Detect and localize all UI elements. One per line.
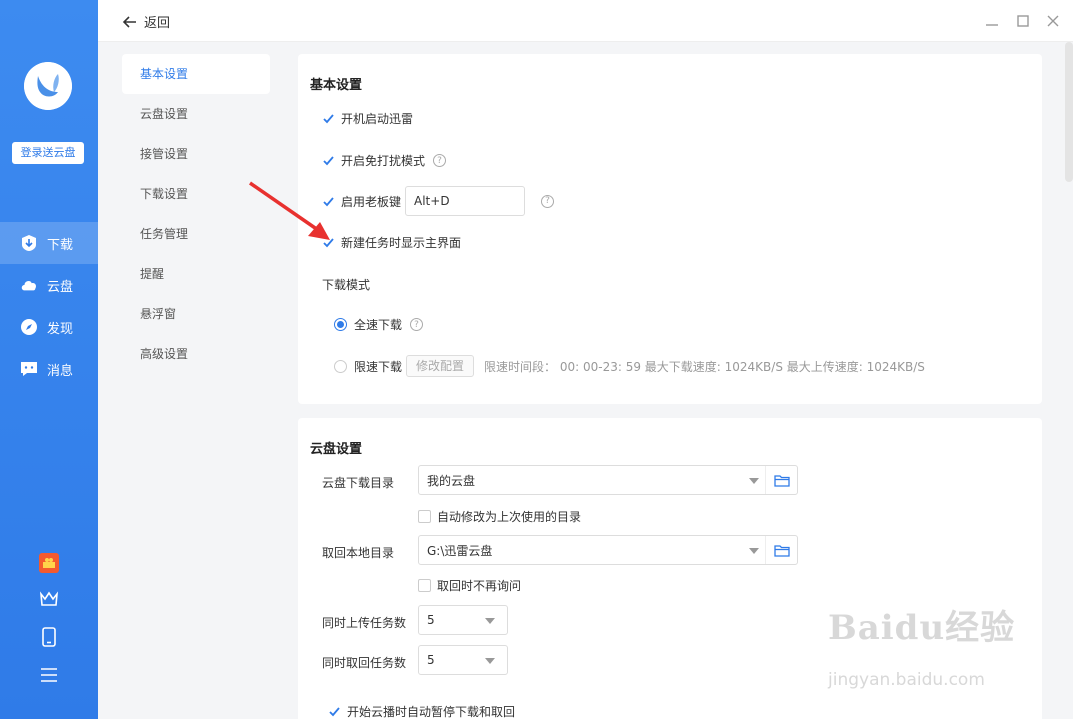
nav-label: 下载 (47, 237, 74, 253)
help-icon[interactable]: ? (541, 194, 555, 208)
compass-icon (20, 318, 38, 336)
left-panel: 登录送云盘 下载 云盘 发现 消息 (0, 0, 98, 719)
checkbox-unchecked-icon[interactable] (418, 579, 431, 592)
folder-icon[interactable] (765, 466, 797, 494)
nav-download[interactable]: 下载 (0, 222, 98, 264)
cloud-dir-label: 云盘下载目录 (322, 476, 395, 490)
limit-info-text: 限速时间段： 00: 00-23: 59 最大下载速度: 1024KB/S 最大… (484, 359, 925, 374)
back-button[interactable]: 返回 (122, 12, 170, 31)
option-label: 限速下载 (354, 359, 403, 374)
local-dir-label: 取回本地目录 (322, 546, 395, 560)
checkbox-checked-icon[interactable] (322, 112, 335, 125)
radio-selected-icon[interactable] (334, 318, 347, 331)
show-main-option[interactable]: 新建任务时显示主界面 (322, 234, 461, 251)
nav-discover[interactable]: 发现 (0, 306, 98, 348)
option-label: 开始云播时自动暂停下载和取回 (347, 705, 516, 719)
sidenav-item-advanced[interactable]: 高级设置 (122, 334, 270, 374)
cloud-icon (20, 276, 38, 294)
gift-icon[interactable] (38, 552, 60, 574)
local-dir-select[interactable]: G:\迅雷云盘 (418, 535, 798, 565)
upload-count-label: 同时上传任务数 (322, 616, 407, 630)
bird-logo-icon (24, 62, 72, 110)
select-value: 5 (427, 653, 435, 667)
pause-on-play-option[interactable]: 开始云播时自动暂停下载和取回 (328, 703, 515, 719)
annotation-arrow-icon (249, 181, 330, 240)
option-label: 开机启动迅雷 (341, 112, 414, 126)
option-label: 启用老板键 (341, 194, 402, 209)
nav-label: 发现 (47, 321, 74, 337)
section-title: 云盘设置 (310, 442, 363, 457)
download-icon (20, 234, 38, 252)
avatar[interactable] (24, 62, 72, 110)
watermark-brand: Baidu经验 (828, 608, 1016, 648)
chevron-down-icon (749, 478, 759, 484)
menu-icon[interactable] (38, 664, 60, 686)
checkbox-checked-icon[interactable] (322, 154, 335, 167)
radio-unselected-icon[interactable] (334, 359, 347, 373)
select-value: 我的云盘 (427, 473, 476, 488)
startup-option[interactable]: 开机启动迅雷 (322, 110, 413, 127)
maximize-icon[interactable] (1013, 11, 1033, 31)
chevron-down-icon (485, 658, 495, 664)
section-title: 基本设置 (310, 78, 363, 93)
folder-icon[interactable] (765, 536, 797, 564)
message-icon (20, 360, 38, 378)
nav-cloud[interactable]: 云盘 (0, 264, 98, 306)
boss-key-option[interactable]: 启用老板键 Alt+D ? (322, 186, 555, 216)
option-label: 取回时不再询问 (437, 579, 522, 593)
nav-label: 云盘 (47, 279, 74, 295)
help-icon[interactable]: ? (433, 154, 447, 167)
full-speed-option[interactable]: 全速下载 ? (334, 316, 424, 333)
close-icon[interactable] (1043, 11, 1063, 31)
sidenav-item-reminder[interactable]: 提醒 (122, 254, 270, 294)
login-button[interactable]: 登录送云盘 (12, 142, 84, 164)
upload-count-select[interactable]: 5 (418, 605, 508, 635)
watermark-url: jingyan.baidu.com (828, 670, 985, 690)
fetch-count-select[interactable]: 5 (418, 645, 508, 675)
sidenav-item-basic[interactable]: 基本设置 (122, 54, 270, 94)
nav-messages[interactable]: 消息 (0, 348, 98, 390)
modify-config-button[interactable]: 修改配置 (406, 355, 475, 377)
sidenav-item-floating[interactable]: 悬浮窗 (122, 294, 270, 334)
limit-speed-option[interactable]: 限速下载 修改配置 限速时间段： 00: 00-23: 59 最大下载速度: 1… (334, 355, 925, 377)
no-disturb-option[interactable]: 开启免打扰模式 ? (322, 152, 447, 169)
chevron-down-icon (749, 548, 759, 554)
checkbox-checked-icon[interactable] (328, 705, 341, 718)
select-value: 5 (427, 613, 435, 627)
nav-label: 消息 (47, 363, 74, 379)
download-mode-label: 下载模式 (322, 278, 371, 292)
cloud-dir-select[interactable]: 我的云盘 (418, 465, 798, 495)
settings-sidenav: 基本设置 云盘设置 接管设置 下载设置 任务管理 提醒 悬浮窗 高级设置 (98, 42, 284, 719)
option-label: 新建任务时显示主界面 (341, 236, 462, 250)
boss-key-input[interactable]: Alt+D (405, 186, 526, 216)
sidenav-item-takeover[interactable]: 接管设置 (122, 134, 270, 174)
back-label: 返回 (144, 16, 171, 31)
option-label: 开启免打扰模式 (341, 154, 426, 168)
fetch-count-label: 同时取回任务数 (322, 656, 407, 670)
auto-last-dir-option[interactable]: 自动修改为上次使用的目录 (418, 508, 581, 525)
no-ask-option[interactable]: 取回时不再询问 (418, 577, 521, 594)
minimize-icon[interactable] (982, 11, 1002, 31)
select-value: G:\迅雷云盘 (427, 543, 493, 558)
option-label: 全速下载 (354, 318, 403, 332)
checkbox-unchecked-icon[interactable] (418, 510, 431, 523)
basic-settings-panel: 基本设置 开机启动迅雷 开启免打扰模式 ? 启用老板键 Alt+D ? 新建任务… (298, 54, 1042, 404)
sidenav-item-cloud[interactable]: 云盘设置 (122, 94, 270, 134)
title-bar: 返回 (98, 0, 1073, 42)
option-label: 自动修改为上次使用的目录 (437, 510, 582, 524)
chevron-down-icon (485, 618, 495, 624)
phone-icon[interactable] (38, 626, 60, 648)
scrollbar[interactable] (1065, 42, 1073, 182)
back-arrow-icon (122, 15, 136, 28)
help-icon[interactable]: ? (410, 318, 424, 331)
crown-icon[interactable] (38, 588, 60, 610)
